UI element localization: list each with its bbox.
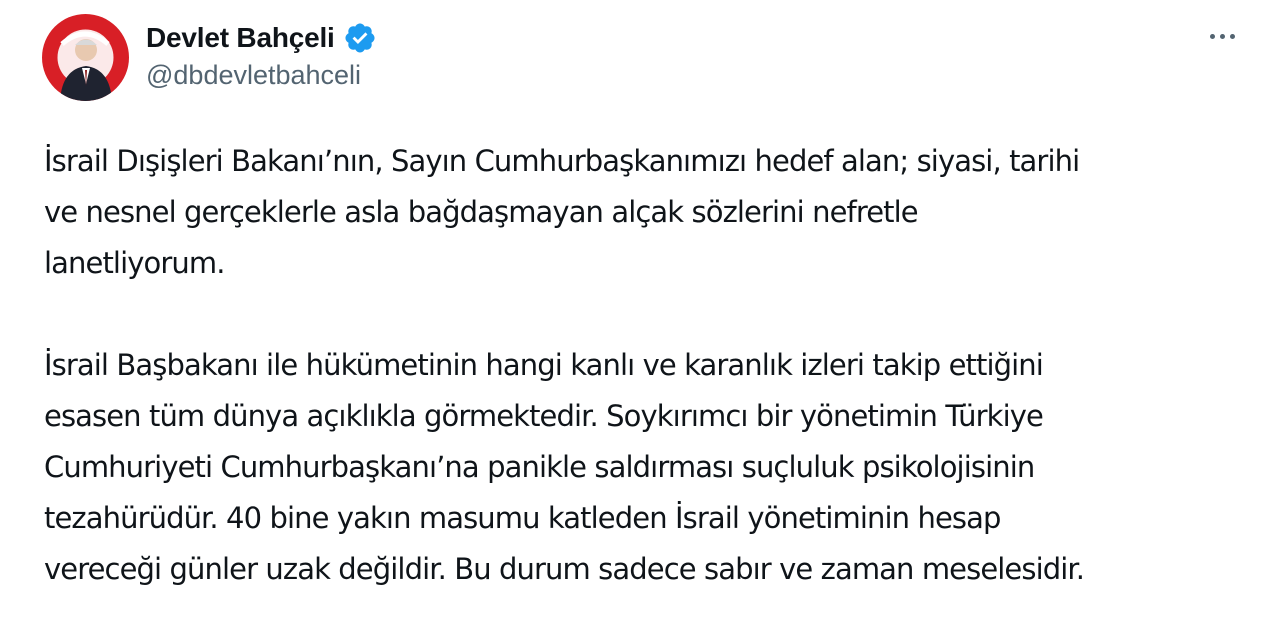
tweet-text: İsrail Dışişleri Bakanı’nın, Sayın Cumhu… — [44, 136, 1254, 595]
tweet-line: esasen tüm dünya açıklıkla görmektedir. … — [44, 399, 1044, 433]
more-options-icon[interactable] — [1200, 22, 1244, 50]
more-dot — [1219, 33, 1225, 39]
tweet-line: ve nesnel gerçeklerle asla bağdaşmayan a… — [44, 195, 919, 229]
avatar-image — [42, 14, 129, 101]
author-name-row: Devlet Bahçeli — [146, 20, 377, 56]
tweet-line: İsrail Başbakanı ile hükümetinin hangi k… — [44, 348, 1044, 382]
tweet-line: İsrail Dışişleri Bakanı’nın, Sayın Cumhu… — [44, 144, 1080, 178]
tweet-line: vereceği günler uzak değildir. Bu durum … — [44, 552, 1085, 586]
more-dot — [1209, 33, 1215, 39]
tweet: Devlet Bahçeli @dbdevletbahceli İsrail D… — [0, 0, 1280, 622]
tweet-line: lanetliyorum. — [44, 246, 225, 280]
verified-badge-icon — [343, 21, 377, 55]
author-display-name[interactable]: Devlet Bahçeli — [146, 22, 335, 54]
tweet-paragraph: İsrail Dışişleri Bakanı’nın, Sayın Cumhu… — [44, 136, 1254, 289]
tweet-line: tezahürüdür. 40 bine yakın masumu katled… — [44, 501, 1001, 535]
author-handle[interactable]: @dbdevletbahceli — [146, 60, 361, 91]
tweet-line: Cumhuriyeti Cumhurbaşkanı’na panikle sal… — [44, 450, 1035, 484]
author-avatar[interactable] — [42, 14, 129, 101]
more-dot — [1229, 33, 1235, 39]
tweet-paragraph: İsrail Başbakanı ile hükümetinin hangi k… — [44, 340, 1254, 595]
